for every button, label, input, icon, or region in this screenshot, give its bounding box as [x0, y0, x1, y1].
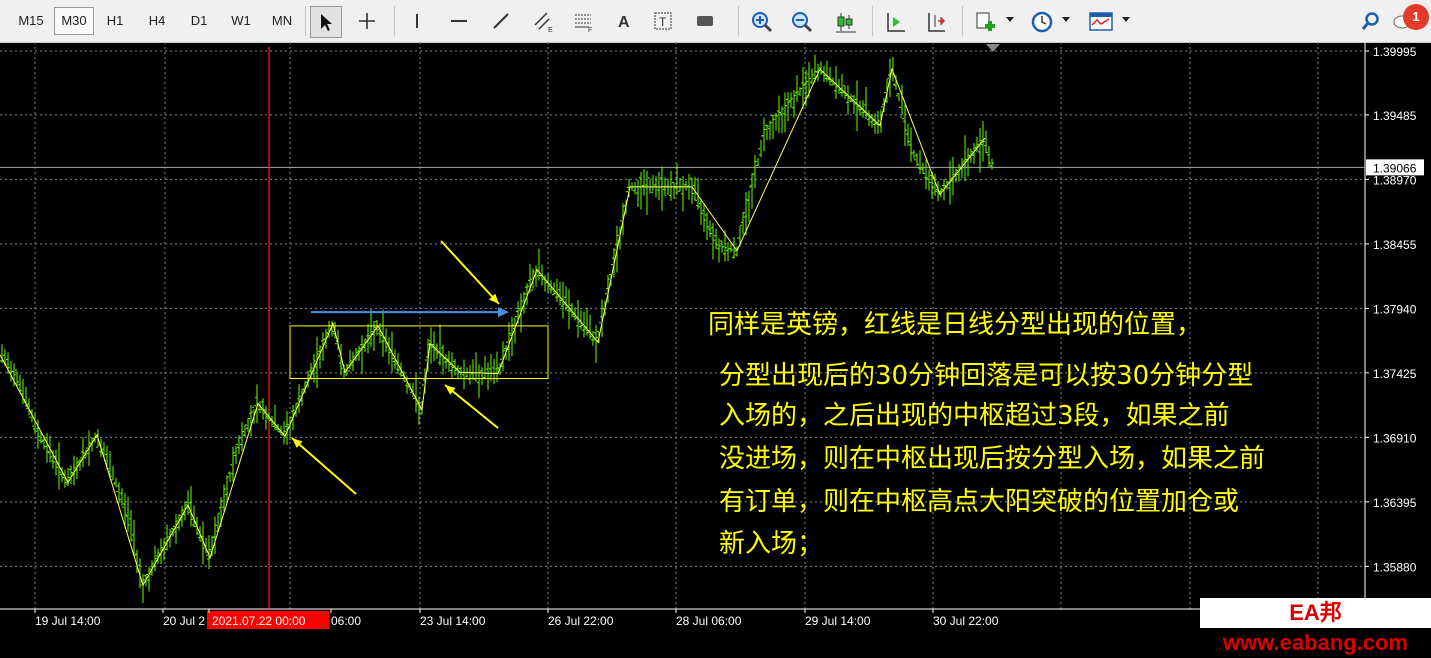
arrow-to-box-low-line: [444, 384, 499, 429]
time-tick-label: 20 Jul 2: [163, 614, 205, 628]
time-tick-label: 29 Jul 14:00: [805, 614, 871, 628]
rectangle-label-icon: [697, 16, 713, 26]
autoscroll-icon: [928, 13, 946, 32]
search-button[interactable]: [1356, 6, 1386, 36]
timeframe-m15[interactable]: M15: [12, 8, 50, 34]
price-tick-label: 1.35880: [1373, 560, 1417, 574]
svg-text:A: A: [618, 14, 630, 31]
annotation-line: 有订单，则在中枢高点大阳突破的位置加仓或: [719, 487, 1240, 517]
autoscroll-button[interactable]: [920, 6, 950, 36]
text-button[interactable]: A: [608, 6, 638, 36]
equidistant-channel-button[interactable]: E: [528, 6, 558, 36]
new-order-dropdown-icon[interactable]: [1006, 17, 1014, 22]
svg-text:T: T: [659, 15, 667, 29]
time-tick-label: 30 Jul 22:00: [933, 614, 999, 628]
cursor-button[interactable]: [310, 6, 342, 38]
svg-text:F: F: [588, 27, 592, 33]
current-price-label: 1.39066: [1373, 161, 1417, 175]
price-tick-label: 1.37425: [1373, 367, 1417, 381]
price-tick-label: 1.36910: [1373, 431, 1417, 445]
timeframe-w1[interactable]: W1: [222, 8, 260, 34]
zoom-out-icon: [792, 12, 813, 33]
notification-badge[interactable]: 1: [1403, 4, 1429, 30]
toolbar: M15 M30 H1 H4 D1 W1 MN E F A T 1: [0, 0, 1431, 43]
chart-shift-icon: [887, 13, 905, 32]
new-order-icon: [976, 12, 995, 31]
text-icon: A: [618, 14, 630, 31]
arrow-to-fractal-low-line: [291, 437, 357, 495]
timeframe-d1[interactable]: D1: [180, 8, 218, 34]
trendline-icon: [493, 13, 509, 29]
price-tick-label: 1.39995: [1373, 45, 1417, 59]
templates-button[interactable]: [1084, 6, 1114, 36]
time-tick-label: 28 Jul 06:00: [676, 614, 742, 628]
templates-icon: [1089, 12, 1113, 31]
horizontal-line-icon: [451, 20, 467, 22]
time-tick-label: 23 Jul 14:00: [420, 614, 486, 628]
toolbar-separator: [305, 6, 306, 36]
chart-shift-marker: [986, 44, 1000, 52]
annotation-line: 新入场；: [719, 529, 824, 559]
text-label-button[interactable]: T: [648, 6, 678, 36]
toolbar-separator: [872, 6, 873, 36]
price-tick-label: 1.39485: [1373, 109, 1417, 123]
watermark: EA邦 www.eabang.com: [1200, 598, 1431, 655]
time-tick-label: 19 Jul 14:00: [35, 614, 101, 628]
trendline-button[interactable]: [486, 6, 516, 36]
equidistant-channel-icon: E: [534, 12, 553, 33]
breakout-arrow-head: [498, 307, 509, 318]
annotation-line: 分型出现后的30分钟回落是可以按30分钟分型: [719, 361, 1254, 391]
annotation-line: 入场的，之后出现的中枢超过3段，如果之前: [719, 401, 1230, 431]
annotation-line: 同样是英镑，红线是日线分型出现的位置，: [708, 310, 1203, 340]
chart-shift-button[interactable]: [880, 6, 910, 36]
arrow-to-breakout-line: [440, 240, 500, 305]
zoom-out-button[interactable]: [786, 6, 816, 36]
clock-button[interactable]: [1026, 6, 1056, 36]
candlestick-icon: [836, 13, 856, 33]
timeframe-h1[interactable]: H1: [96, 8, 134, 34]
timeframe-m30[interactable]: M30: [54, 7, 94, 35]
timeframe-mn[interactable]: MN: [263, 8, 301, 34]
candlestick-button[interactable]: [830, 6, 860, 36]
vertical-line-icon: [416, 14, 418, 28]
price-tick-label: 1.38970: [1373, 173, 1417, 187]
annotation-line: 没进场，则在中枢出现后按分型入场，如果之前: [719, 444, 1266, 474]
rectangle-label-button[interactable]: [690, 6, 720, 36]
price-tick-label: 1.38455: [1373, 238, 1417, 252]
crosshair-button[interactable]: [352, 6, 382, 36]
text-label-icon: T: [654, 12, 672, 30]
horizontal-line-button[interactable]: [444, 6, 474, 36]
zoom-in-icon: [752, 12, 773, 33]
templates-dropdown-icon[interactable]: [1122, 17, 1130, 22]
timeframe-h4[interactable]: H4: [138, 8, 176, 34]
time-tick-label: 06:00: [331, 614, 361, 628]
price-tick-label: 1.37940: [1373, 302, 1417, 316]
price-tick-label: 1.36395: [1373, 496, 1417, 510]
svg-text:E: E: [548, 27, 553, 33]
fibonacci-icon: F: [575, 14, 592, 33]
search-icon: [1361, 12, 1379, 30]
time-tick-label: 26 Jul 22:00: [548, 614, 614, 628]
fibonacci-button[interactable]: F: [568, 6, 598, 36]
highlighted-time-label: 2021.07.22 00:00: [212, 614, 306, 628]
cursor-icon: [321, 14, 332, 31]
crosshair-icon: [359, 13, 375, 29]
clock-dropdown-icon[interactable]: [1062, 17, 1070, 22]
zoom-in-button[interactable]: [746, 6, 776, 36]
toolbar-separator: [962, 6, 963, 36]
clock-icon: [1031, 11, 1053, 33]
new-order-button[interactable]: [970, 6, 1000, 36]
toolbar-separator: [738, 6, 739, 36]
vertical-line-button[interactable]: [402, 6, 432, 36]
toolbar-separator: [394, 6, 395, 36]
